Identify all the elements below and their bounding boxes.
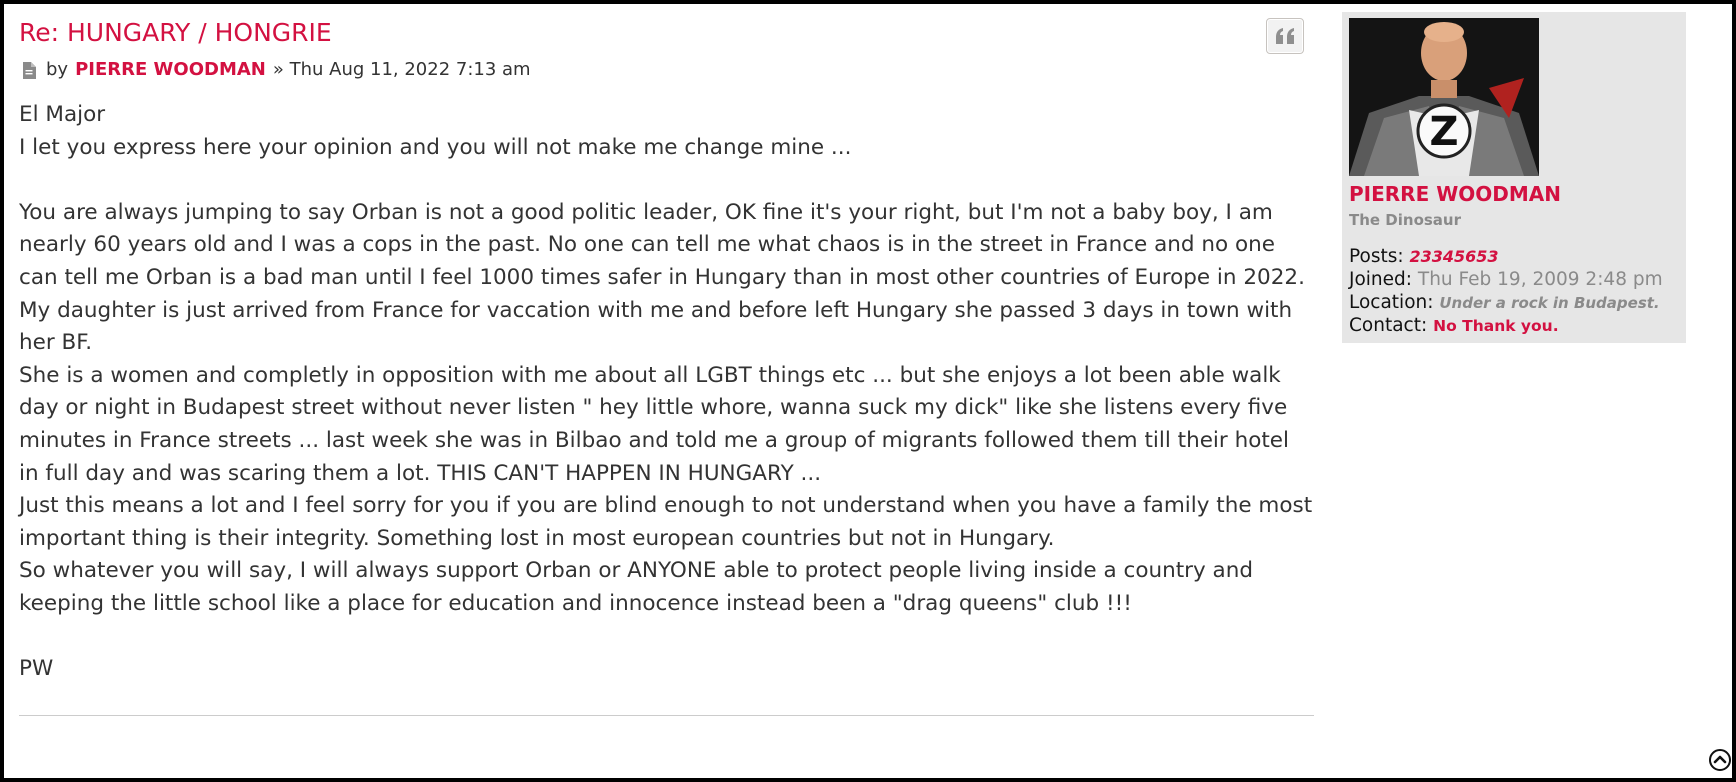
post-paragraph: El Major <box>19 102 106 127</box>
page-frame: Re: HUNGARY / HONGRIE by PIERRE WOODMAN … <box>4 4 1732 778</box>
post-paragraph: I let you express here your opinion and … <box>19 134 852 160</box>
quote-icon <box>1276 28 1294 44</box>
post-divider <box>19 715 1314 716</box>
posts-count-link[interactable]: 23345653 <box>1409 247 1498 266</box>
profile-posts-row: Posts: 23345653 <box>1349 245 1499 269</box>
joined-value: Thu Feb 19, 2009 2:48 pm <box>1417 269 1663 290</box>
contact-value[interactable]: No Thank you. <box>1433 317 1559 335</box>
by-label: by <box>46 59 69 80</box>
profile-contact-row: Contact: No Thank you. <box>1349 314 1559 338</box>
post-date: » Thu Aug 11, 2022 7:13 am <box>272 59 531 80</box>
profile-location-row: Location: Under a rock in Budapest. <box>1349 291 1660 315</box>
avatar-emblem-letter: Z <box>1429 109 1458 155</box>
post-paragraph: PW <box>19 656 54 682</box>
post-paragraph <box>19 164 1314 197</box>
document-icon[interactable] <box>22 61 36 79</box>
profile-rank: The Dinosaur <box>1349 211 1462 229</box>
post-paragraph: You are always jumping to say Orban is n… <box>19 199 1305 290</box>
quote-button[interactable] <box>1266 18 1304 54</box>
profile-joined-row: Joined: Thu Feb 19, 2009 2:48 pm <box>1349 268 1663 292</box>
post-author-link[interactable]: PIERRE WOODMAN <box>75 57 266 83</box>
location-value: Under a rock in Budapest. <box>1439 294 1660 312</box>
post-content: El Major I let you express here your opin… <box>19 99 1314 686</box>
posts-label: Posts: <box>1349 246 1404 267</box>
post-title[interactable]: Re: HUNGARY / HONGRIE <box>19 16 1314 50</box>
joined-label: Joined: <box>1349 269 1412 290</box>
contact-label: Contact: <box>1349 315 1428 336</box>
post-paragraph: My daughter is just arrived from France … <box>19 297 1299 356</box>
post-paragraph: She is a women and completly in oppositi… <box>19 362 1296 486</box>
author-profile: Z PIERRE WOODMAN The Dinosaur Posts: 233… <box>1342 12 1686 343</box>
post-paragraph <box>19 621 1314 654</box>
post-paragraph: Just this means a lot and I feel sorry f… <box>19 493 1319 551</box>
post-paragraph: So whatever you will say, I will always … <box>19 558 1260 616</box>
post-meta: by PIERRE WOODMAN » Thu Aug 11, 2022 7:1… <box>19 57 1314 83</box>
location-label: Location: <box>1349 292 1434 313</box>
chevron-up-circle-icon[interactable] <box>1708 748 1732 772</box>
post-body: Re: HUNGARY / HONGRIE by PIERRE WOODMAN … <box>19 16 1314 686</box>
avatar[interactable]: Z <box>1349 18 1539 176</box>
profile-username[interactable]: PIERRE WOODMAN <box>1349 181 1561 207</box>
